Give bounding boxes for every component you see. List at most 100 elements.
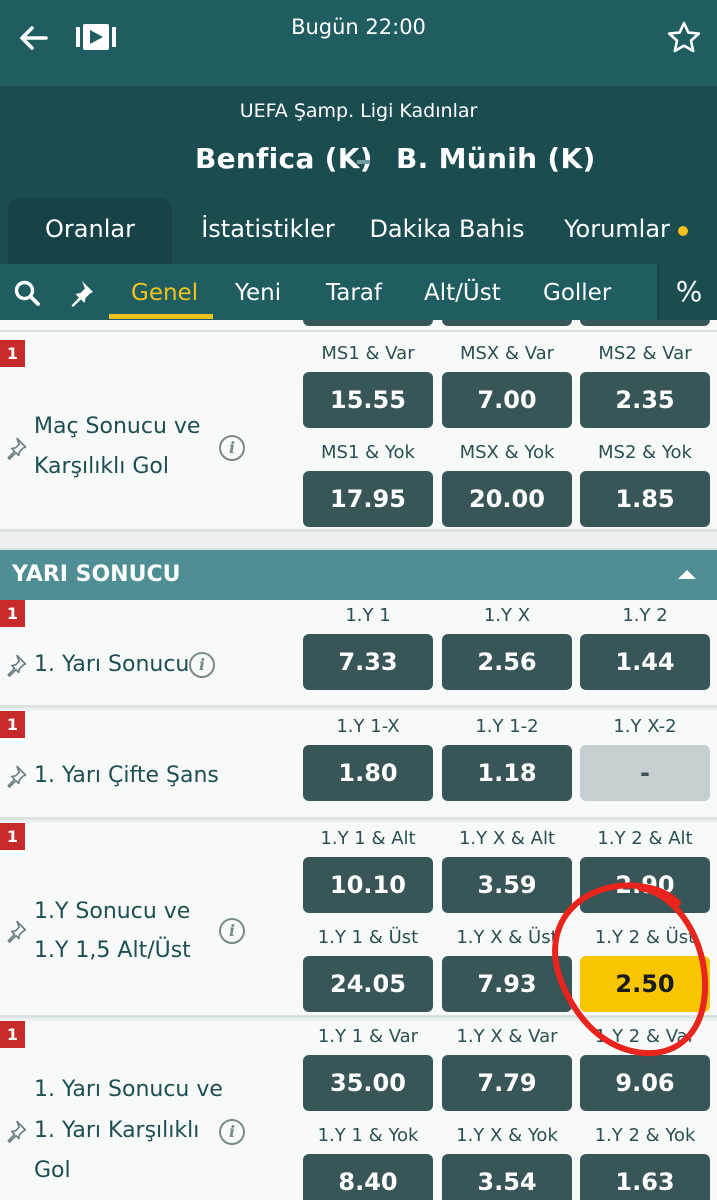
top-bar: Bugün 22:00 <box>0 0 717 86</box>
odd-button[interactable]: 7.33 <box>303 634 433 690</box>
odd-button[interactable]: 10.10 <box>303 857 433 913</box>
chip-goals[interactable]: Goller <box>543 264 611 320</box>
odd-label: 1.Y X <box>483 605 531 626</box>
away-team: B. Münih (K) <box>396 142 596 175</box>
info-icon[interactable]: i <box>219 1119 245 1145</box>
odd-label: MS1 & Yok <box>321 442 415 463</box>
odd-button[interactable]: 3.59 <box>442 857 572 913</box>
pin-icon[interactable] <box>4 919 28 943</box>
home-team: Benfica (K) <box>195 142 373 175</box>
pin-icon[interactable] <box>4 436 28 460</box>
odd-label: 1.Y 1 & Var <box>317 1026 419 1047</box>
odd-label: MS2 & Var <box>598 343 692 364</box>
odd-label: 1.Y 1 & Yok <box>317 1125 419 1146</box>
odd-button-disabled: - <box>580 745 710 801</box>
info-icon[interactable]: i <box>189 652 215 678</box>
odd-button[interactable]: 20.00 <box>442 471 572 527</box>
odd-button[interactable]: 1.80 <box>303 745 433 801</box>
odd-button[interactable]: 7.00 <box>442 372 572 428</box>
search-icon[interactable] <box>12 278 42 308</box>
market-title: Karşılıklı Gol <box>34 454 169 479</box>
odd-button[interactable]: 35.00 <box>303 1055 433 1111</box>
odd-label: 1.Y X-2 <box>613 716 677 737</box>
market-title: 1.Y Sonucu ve <box>34 899 191 924</box>
markets-list: 1 Maç Sonucu ve Karşılıklı Gol i MS1 & V… <box>0 320 717 1200</box>
odd-label: MS2 & Yok <box>598 442 692 463</box>
market-title: Gol <box>34 1158 71 1183</box>
tab-live-bet[interactable]: Dakika Bahis <box>366 198 528 264</box>
odd-button[interactable]: 7.79 <box>442 1055 572 1111</box>
pin-icon[interactable] <box>4 764 28 788</box>
odd-button[interactable]: 1.63 <box>580 1154 710 1200</box>
chip-side[interactable]: Taraf <box>326 264 382 320</box>
odd-button-selected[interactable]: 2.50 <box>580 956 710 1012</box>
odd-button[interactable]: 2.56 <box>442 634 572 690</box>
market-card: 1 1. Yarı Sonucu ve 1. Yarı Karşılıklı G… <box>0 1021 717 1200</box>
odd-label: 1.Y 1-2 <box>475 716 539 737</box>
section-title: YARI SONUCU <box>12 562 181 587</box>
main-tabs: Oranlar İstatistikler Dakika Bahis Yorum… <box>0 198 717 264</box>
market-flag: 1 <box>0 340 25 367</box>
market-flag: 1 <box>0 711 25 738</box>
odd-label: 1.Y 1 & Üst <box>317 927 419 948</box>
odd-button[interactable]: 24.05 <box>303 956 433 1012</box>
market-card: 1 1. Yarı Sonucu i 1.Y 1 1.Y X 1.Y 2 7.3… <box>0 600 717 708</box>
odd-label: 1.Y 1-X <box>336 716 400 737</box>
odd-button[interactable]: 1.44 <box>580 634 710 690</box>
odd-button[interactable]: 17.95 <box>303 471 433 527</box>
market-title: 1. Yarı Karşılıklı <box>34 1118 200 1143</box>
odd-button[interactable]: 1.85 <box>580 471 710 527</box>
chevron-up-icon[interactable] <box>678 570 696 579</box>
odd-button[interactable]: 8.40 <box>303 1154 433 1200</box>
divider <box>0 330 717 332</box>
tab-comments[interactable]: Yorumlar <box>562 198 672 264</box>
odd-button[interactable] <box>442 320 572 326</box>
odd-button[interactable]: 2.35 <box>580 372 710 428</box>
odd-button[interactable]: 2.90 <box>580 857 710 913</box>
new-comments-dot <box>678 226 688 236</box>
league-name: UEFA Şamp. Ligi Kadınlar <box>239 100 478 122</box>
chip-general[interactable]: Genel <box>131 264 198 320</box>
odd-button[interactable]: 15.55 <box>303 372 433 428</box>
odd-label: 1.Y 2 & Üst <box>594 927 696 948</box>
info-icon[interactable]: i <box>219 435 245 461</box>
market-title: 1. Yarı Çifte Şans <box>34 763 219 788</box>
market-flag: 1 <box>0 600 25 627</box>
market-card: 1 1.Y Sonucu ve 1.Y 1,5 Alt/Üst i 1.Y 1 … <box>0 823 717 1018</box>
odd-label: MSX & Var <box>459 343 555 364</box>
odd-button[interactable]: 9.06 <box>580 1055 710 1111</box>
tab-statistics[interactable]: İstatistikler <box>190 198 346 264</box>
percent-button[interactable]: % <box>657 264 717 320</box>
vs-separator <box>357 160 370 164</box>
market-flag: 1 <box>0 1021 25 1048</box>
section-header[interactable]: YARI SONUCU <box>0 548 717 600</box>
favorite-star-icon[interactable] <box>664 18 704 58</box>
odd-label: 1.Y 2 <box>622 605 668 626</box>
odd-button[interactable] <box>303 320 433 326</box>
chip-over-under[interactable]: Alt/Üst <box>424 264 501 320</box>
odd-label: 1.Y 1 & Alt <box>320 828 416 849</box>
tab-odds[interactable]: Oranlar <box>8 198 172 264</box>
odd-label: 1.Y 2 & Alt <box>597 828 693 849</box>
odd-button[interactable] <box>580 320 710 326</box>
odd-button[interactable]: 7.93 <box>442 956 572 1012</box>
info-icon[interactable]: i <box>219 918 245 944</box>
market-card: 1 Maç Sonucu ve Karşılıklı Gol i MS1 & V… <box>0 320 717 532</box>
app-screen: { "header": {"time": "Bugün 22:00", "lea… <box>0 0 717 1200</box>
market-title: 1. Yarı Sonucu <box>34 652 190 677</box>
pin-icon[interactable] <box>66 278 96 308</box>
market-title: Maç Sonucu ve <box>34 414 201 439</box>
pin-icon[interactable] <box>4 1119 28 1143</box>
odd-label: 1.Y X & Var <box>456 1026 558 1047</box>
odd-button[interactable]: 1.18 <box>442 745 572 801</box>
chip-new[interactable]: Yeni <box>235 264 281 320</box>
odd-label: 1.Y X & Yok <box>456 1125 558 1146</box>
odd-button[interactable]: 3.54 <box>442 1154 572 1200</box>
match-time: Bugün 22:00 <box>291 15 426 39</box>
market-card: 1 1. Yarı Çifte Şans 1.Y 1-X 1.Y 1-2 1.Y… <box>0 711 717 820</box>
odd-label: MS1 & Var <box>321 343 415 364</box>
percent-label: % <box>675 275 703 308</box>
market-title: 1.Y 1,5 Alt/Üst <box>34 938 191 963</box>
market-title: 1. Yarı Sonucu ve <box>34 1077 223 1102</box>
pin-icon[interactable] <box>4 653 28 677</box>
